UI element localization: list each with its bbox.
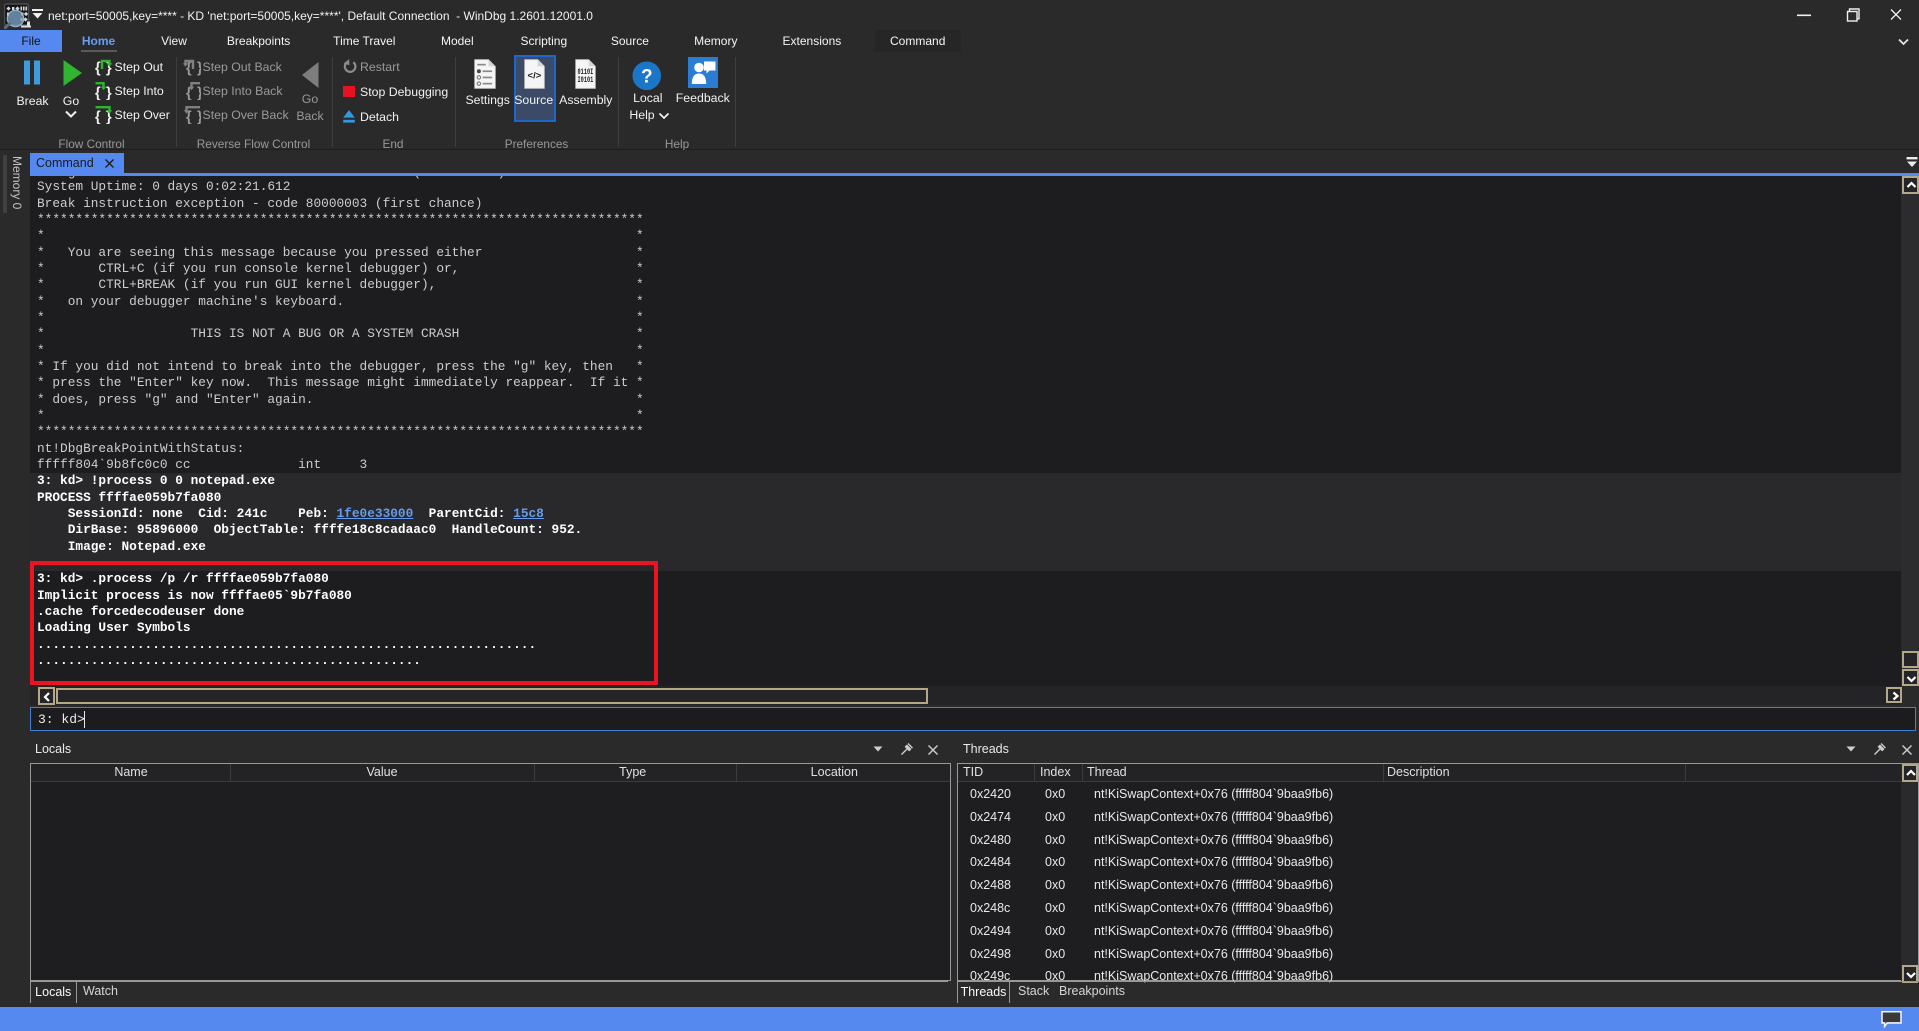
svg-text:{: { (186, 60, 192, 76)
svg-text:{: { (95, 110, 101, 125)
svg-text:}: } (197, 110, 201, 125)
svg-text:{: { (95, 60, 101, 76)
svg-text:}: } (106, 86, 112, 101)
svg-text:I0101: I0101 (577, 75, 593, 85)
svg-text:{: { (95, 86, 101, 101)
svg-text:</>: </> (527, 70, 541, 81)
svg-text:?: ? (641, 66, 653, 87)
svg-text:}: } (197, 60, 201, 76)
svg-text:}: } (197, 86, 201, 101)
